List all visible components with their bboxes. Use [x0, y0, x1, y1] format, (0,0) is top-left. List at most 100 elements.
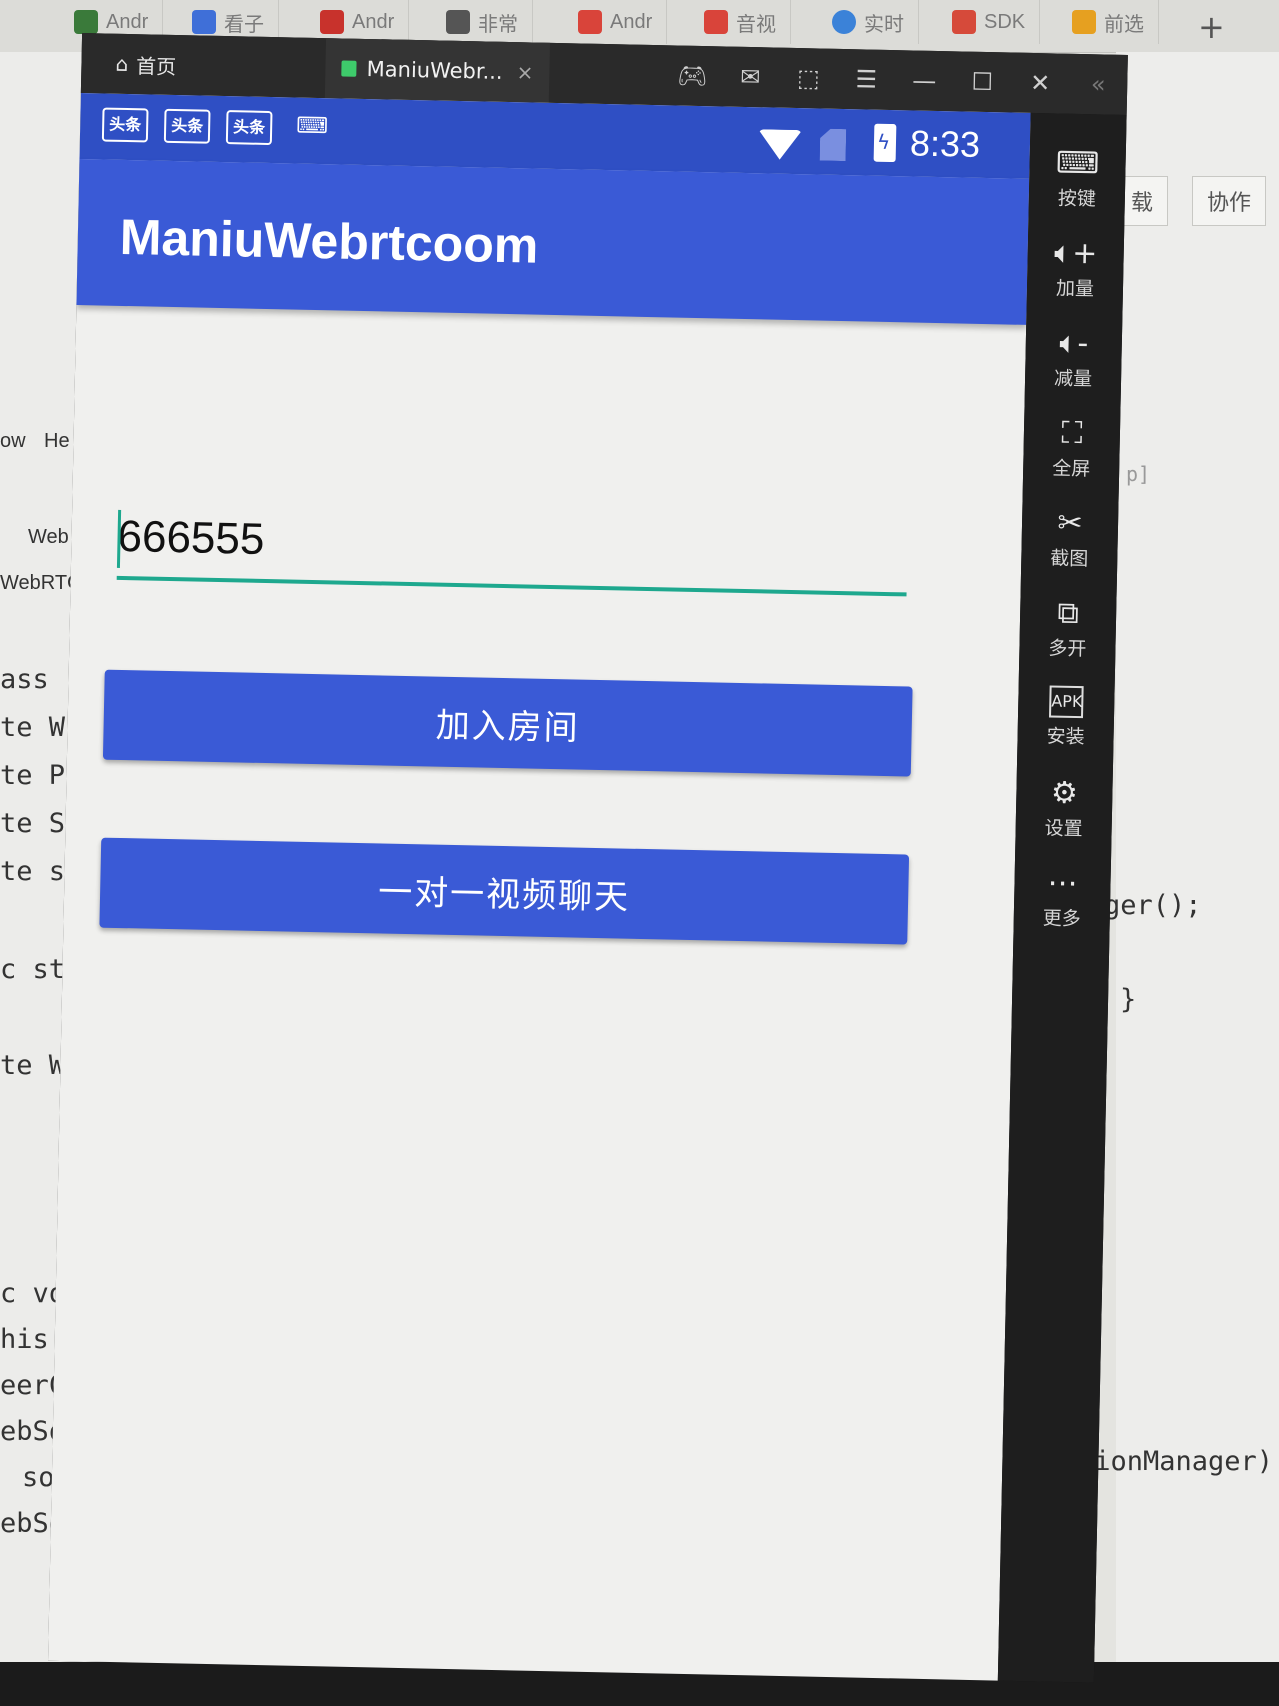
- ide-right-panel: 载 协作 p] ger(); } tionManager): [1078, 52, 1279, 1662]
- multi-window-icon: ⧉: [1057, 595, 1080, 632]
- emulator-window: ⌂ 首页 ManiuWebr... × 🎮︎ ✉ ⬚ ☰ — ☐ ✕ « 头条 …: [48, 33, 1128, 1683]
- code-line: tionManager): [1078, 1446, 1274, 1477]
- news-notification-icon: 头条: [163, 108, 211, 144]
- close-tab-icon[interactable]: ×: [516, 60, 533, 84]
- code-line: te s: [0, 856, 66, 887]
- maximize-icon[interactable]: ☐: [953, 67, 1012, 96]
- home-icon: ⌂: [115, 51, 129, 77]
- scissors-icon: ✂: [1057, 505, 1083, 542]
- emulator-app-tab[interactable]: ManiuWebr... ×: [324, 38, 551, 103]
- side-tool-label: 更多: [1042, 907, 1082, 931]
- side-tool-label: 设置: [1044, 817, 1083, 841]
- one-on-one-video-chat-button[interactable]: 一对一视频聊天: [99, 837, 910, 945]
- volume-up-icon: 🔈︎+: [1053, 235, 1098, 272]
- ide-hint: p]: [1126, 462, 1151, 486]
- join-room-button[interactable]: 加入房间: [102, 669, 913, 777]
- news-notification-icon: 头条: [225, 110, 273, 146]
- emulator-home-tab[interactable]: ⌂ 首页: [115, 49, 326, 82]
- side-tool-fullscreen[interactable]: ⛶ 全屏: [1023, 415, 1120, 482]
- browser-tab[interactable]: Andr: [564, 0, 668, 44]
- side-tool-label: 安装: [1046, 725, 1085, 749]
- ide-file-tab[interactable]: Web: [28, 526, 69, 549]
- code-line: c st: [0, 954, 66, 985]
- side-tool-install-apk[interactable]: APK 安装: [1017, 685, 1114, 750]
- collapse-sidebar-icon[interactable]: «: [1069, 70, 1128, 99]
- browser-tab-label: 前选: [1104, 13, 1144, 36]
- volume-down-icon: 🔈︎-: [1059, 325, 1089, 362]
- tab-favicon-icon: [704, 10, 728, 34]
- ide-breadcrumb[interactable]: WebRTC: [0, 572, 82, 595]
- side-tool-label: 截图: [1050, 547, 1089, 571]
- ide-collaborate-button[interactable]: 协作: [1192, 176, 1267, 226]
- side-tool-volume-down[interactable]: 🔈︎- 减量: [1025, 325, 1122, 392]
- code-line: te W: [0, 1050, 66, 1081]
- tab-favicon-icon: [1072, 10, 1096, 34]
- status-time: 8:33: [909, 122, 981, 165]
- code-line: te W: [0, 712, 66, 743]
- no-sim-icon: [820, 129, 847, 162]
- browser-tab[interactable]: 实时: [818, 0, 919, 44]
- apk-icon: APK: [1048, 685, 1084, 719]
- keyboard-icon: ⌨: [295, 113, 329, 140]
- side-tool-multi-instance[interactable]: ⧉ 多开: [1019, 595, 1116, 662]
- more-icon: ⋯: [1047, 865, 1078, 902]
- side-tool-volume-up[interactable]: 🔈︎+ 加量: [1027, 235, 1124, 302]
- tab-favicon-icon: [578, 10, 602, 34]
- side-tool-keys[interactable]: ⌨ 按键: [1029, 145, 1126, 212]
- gear-icon: ⚙: [1050, 775, 1079, 812]
- code-line: te S: [0, 808, 66, 839]
- tab-favicon-icon: [952, 10, 976, 34]
- browser-tab-label: 实时: [864, 13, 904, 36]
- browser-tab-label: SDK: [984, 10, 1026, 33]
- home-tab-label: 首页: [135, 53, 177, 79]
- side-tool-label: 按键: [1057, 187, 1097, 211]
- code-line: te P: [0, 760, 66, 791]
- code-line: ass: [0, 664, 49, 695]
- browser-tab-label: Andr: [106, 10, 149, 33]
- tab-favicon-icon: [74, 10, 98, 34]
- side-tool-label: 加量: [1055, 277, 1095, 301]
- news-notification-icon: 头条: [101, 107, 149, 143]
- browser-tab-label: Andr: [352, 10, 395, 33]
- code-line: ger();: [1104, 890, 1202, 921]
- room-id-field[interactable]: [116, 505, 909, 603]
- side-tool-more[interactable]: ⋯ 更多: [1014, 865, 1111, 932]
- keyboard-icon: ⌨: [1055, 145, 1100, 182]
- gamepad-icon[interactable]: 🎮︎: [663, 61, 722, 91]
- app-tab-icon: [341, 60, 357, 77]
- wifi-icon: [757, 129, 803, 161]
- tab-favicon-icon: [446, 10, 470, 34]
- app-toolbar: ManiuWebrtcoom: [76, 159, 1030, 325]
- side-tool-label: 多开: [1048, 637, 1087, 661]
- browser-tab-label: 非常: [478, 13, 518, 36]
- browser-tab[interactable]: 前选: [1058, 0, 1159, 44]
- browser-tab[interactable]: 非常: [432, 0, 533, 44]
- app-tab-label: ManiuWebr...: [366, 57, 503, 84]
- room-id-input[interactable]: [116, 505, 909, 585]
- browser-tab-label: 音视: [736, 13, 776, 36]
- android-screen: 头条 头条 头条 ⌨ 8:33 ManiuWebrtcoom 加入房间 一对一视…: [48, 93, 1031, 1681]
- side-tool-screenshot[interactable]: ✂ 截图: [1021, 505, 1118, 572]
- browser-tab[interactable]: SDK: [938, 0, 1041, 44]
- battery-charging-icon: [873, 123, 897, 163]
- code-line: }: [1120, 984, 1137, 1015]
- side-tool-label: 全屏: [1051, 457, 1091, 481]
- side-tool-settings[interactable]: ⚙ 设置: [1015, 775, 1112, 842]
- new-tab-button[interactable]: +: [1198, 8, 1225, 46]
- tab-favicon-icon: [192, 10, 216, 34]
- ide-menu-item[interactable]: He: [44, 430, 70, 453]
- browser-tab[interactable]: 音视: [690, 0, 791, 44]
- window-controls: 🎮︎ ✉ ⬚ ☰ — ☐ ✕ «: [663, 61, 1127, 99]
- menu-icon[interactable]: ☰: [837, 65, 896, 94]
- pointer-icon[interactable]: ⬚: [779, 64, 838, 93]
- side-tool-label: 减量: [1053, 367, 1093, 391]
- ide-menu-item[interactable]: ow: [0, 430, 26, 453]
- tab-favicon-icon: [320, 10, 344, 34]
- fullscreen-icon: ⛶: [1061, 415, 1083, 452]
- app-title: ManiuWebrtcoom: [119, 208, 539, 274]
- close-icon[interactable]: ✕: [1011, 69, 1070, 98]
- browser-tab-label: 看子: [224, 13, 264, 36]
- browser-tab-label: Andr: [610, 10, 653, 33]
- minimize-icon[interactable]: —: [895, 66, 954, 95]
- mail-icon[interactable]: ✉: [721, 62, 780, 91]
